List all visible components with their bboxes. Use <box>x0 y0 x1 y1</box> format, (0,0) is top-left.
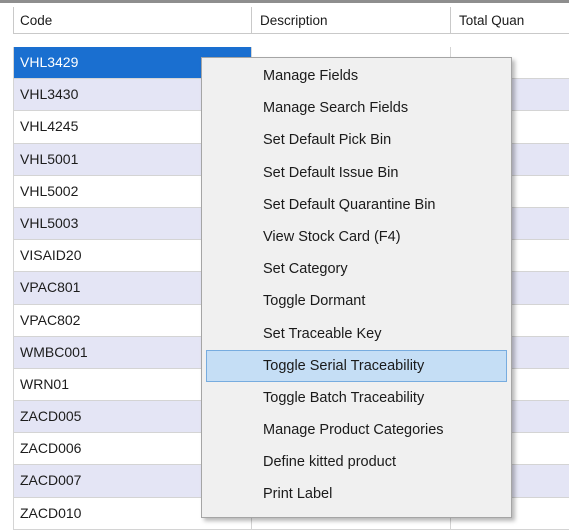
column-header-description[interactable]: Description <box>252 7 451 34</box>
menu-item-define-kitted-product[interactable]: Define kitted product <box>206 446 507 478</box>
menu-item-view-stock-card-f4[interactable]: View Stock Card (F4) <box>206 221 507 253</box>
menu-item-set-default-quarantine-bin[interactable]: Set Default Quarantine Bin <box>206 189 507 221</box>
menu-item-set-default-issue-bin[interactable]: Set Default Issue Bin <box>206 157 507 189</box>
menu-item-toggle-serial-traceability[interactable]: Toggle Serial Traceability <box>206 349 507 382</box>
menu-item-set-default-pick-bin[interactable]: Set Default Pick Bin <box>206 124 507 156</box>
menu-item-set-category[interactable]: Set Category <box>206 253 507 285</box>
menu-item-toggle-batch-traceability[interactable]: Toggle Batch Traceability <box>206 382 507 414</box>
column-header-total-quantity[interactable]: Total Quan <box>451 7 569 34</box>
menu-item-manage-fields[interactable]: Manage Fields <box>206 60 507 92</box>
menu-item-toggle-dormant[interactable]: Toggle Dormant <box>206 285 507 317</box>
menu-item-manage-search-fields[interactable]: Manage Search Fields <box>206 92 507 124</box>
menu-item-print-label[interactable]: Print Label <box>206 478 507 510</box>
grid-header: Code Description Total Quan <box>13 7 569 34</box>
context-menu: Manage Fields Manage Search Fields Set Def… <box>201 57 512 518</box>
column-header-code[interactable]: Code <box>13 7 252 34</box>
menu-item-set-traceable-key[interactable]: Set Traceable Key <box>206 318 507 350</box>
menu-item-manage-product-categories[interactable]: Manage Product Categories <box>206 414 507 446</box>
